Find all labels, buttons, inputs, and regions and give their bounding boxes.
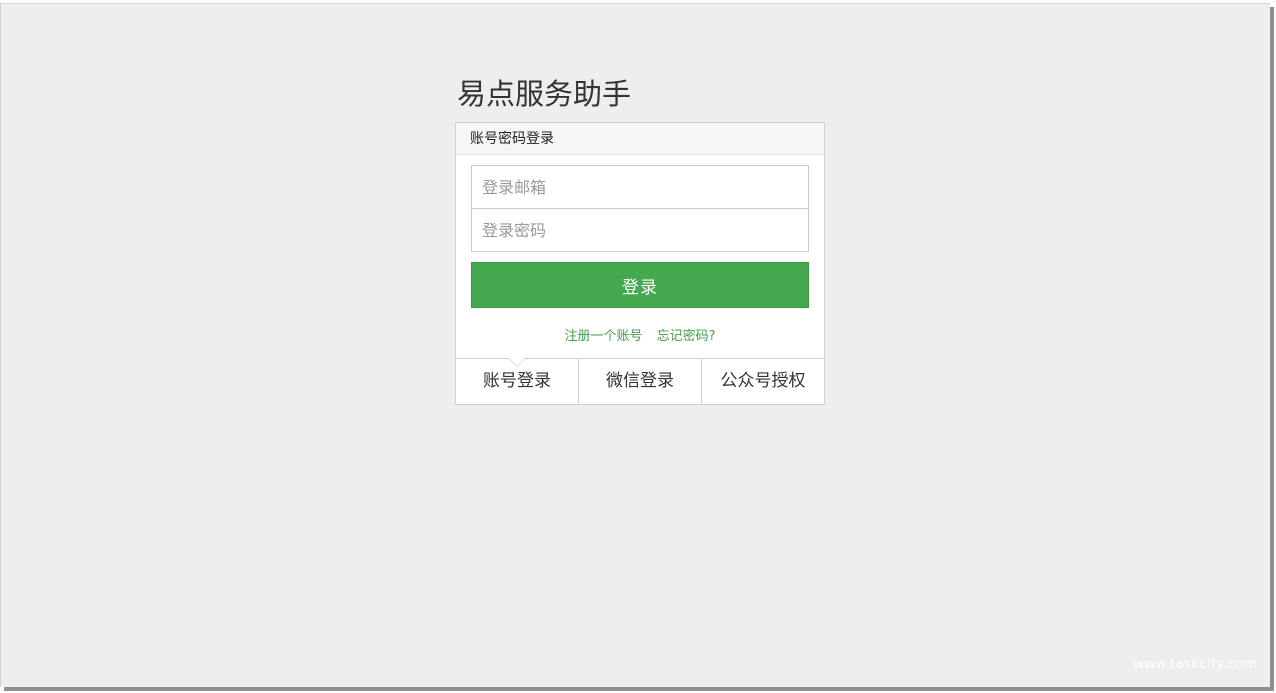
tab-wechat-login[interactable]: 微信登录 [578, 359, 701, 404]
password-input[interactable] [471, 208, 809, 252]
login-button[interactable]: 登录 [471, 262, 809, 308]
auth-links: 注册一个账号 忘记密码? [456, 328, 824, 346]
register-link[interactable]: 注册一个账号 [564, 329, 642, 344]
watermark: www.taskcity.com [1133, 657, 1257, 672]
login-form [471, 165, 809, 252]
email-input[interactable] [471, 165, 809, 209]
login-panel: 账号密码登录 登录 注册一个账号 忘记密码? 账号登录 微信登录 公众号授权 [455, 122, 825, 405]
tab-account-login[interactable]: 账号登录 [456, 358, 578, 404]
forgot-password-link[interactable]: 忘记密码? [657, 329, 716, 344]
login-method-tabs: 账号登录 微信登录 公众号授权 [456, 358, 824, 404]
panel-header: 账号密码登录 [456, 123, 824, 155]
app-title: 易点服务助手 [457, 77, 632, 111]
tab-official-account-auth[interactable]: 公众号授权 [701, 359, 824, 404]
